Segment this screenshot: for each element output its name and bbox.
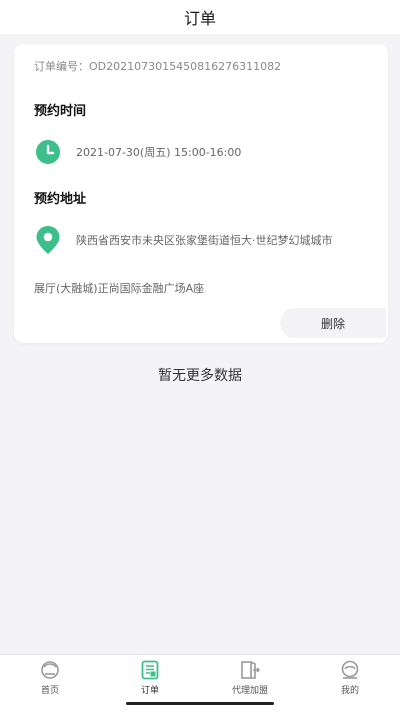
franchise-icon bbox=[239, 659, 261, 681]
appointment-address-row: 陕西省西安市未央区张家堡街道恒大·世纪梦幻城城市 bbox=[34, 226, 374, 254]
tab-profile-label: 我的 bbox=[340, 686, 359, 696]
tab-home-label: 首页 bbox=[40, 686, 59, 696]
appointment-address-title: 预约地址 bbox=[34, 192, 87, 207]
home-icon bbox=[39, 659, 61, 681]
appointment-time-value: 2021-07-30(周五) 15:00-16:00 bbox=[76, 146, 242, 159]
appointment-time-row: 2021-07-30(周五) 15:00-16:00 bbox=[34, 138, 374, 166]
home-indicator bbox=[126, 702, 274, 705]
tab-orders-label: 订单 bbox=[140, 686, 159, 696]
order-card: 订单编号：OD20210730154508162763110​82 预约时间 2… bbox=[14, 44, 388, 343]
location-pin-icon bbox=[34, 226, 62, 254]
order-icon bbox=[139, 659, 161, 681]
address-line-2: 展厅(大融城)正尚国际金融广场A座 bbox=[34, 282, 205, 295]
profile-icon bbox=[339, 659, 361, 681]
top-bar: 订单 bbox=[0, 0, 400, 34]
tab-home[interactable]: 首页 bbox=[0, 655, 100, 712]
order-number: 订单编号：OD20210730154508162763110​82 bbox=[34, 60, 282, 73]
address-line-1: 陕西省西安市未央区张家堡街道恒大·世纪梦幻城城市 bbox=[76, 234, 333, 247]
tab-franchise-label: 代理加盟 bbox=[231, 686, 268, 696]
no-more-data-text: 暂无更多数据 bbox=[158, 368, 242, 384]
tab-profile[interactable]: 我的 bbox=[300, 655, 400, 712]
appointment-time-title: 预约时间 bbox=[34, 104, 87, 119]
delete-button[interactable]: 删除 bbox=[280, 308, 386, 338]
page-title: 订单 bbox=[183, 9, 216, 28]
clock-icon bbox=[34, 138, 62, 166]
